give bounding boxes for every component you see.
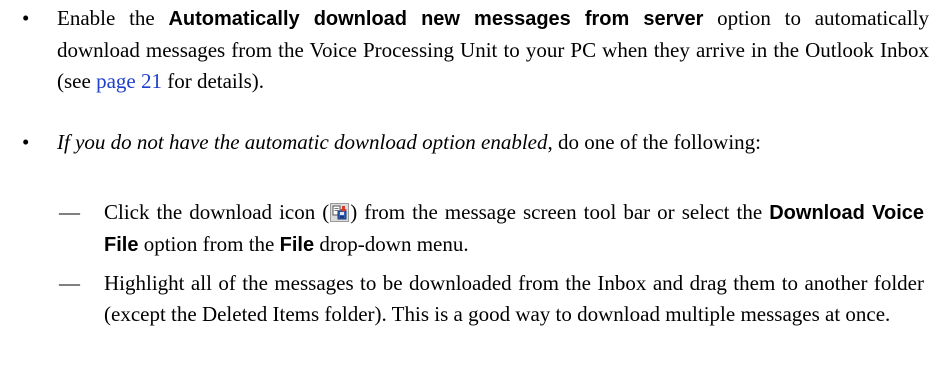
text-segment: option from the bbox=[138, 232, 280, 256]
menu-name: File bbox=[279, 234, 315, 256]
text-segment: drop-down menu. bbox=[314, 232, 469, 256]
dash-marker: — bbox=[59, 271, 80, 295]
option-name: Automatically download new messages from… bbox=[168, 8, 704, 30]
download-voice-file-icon bbox=[330, 200, 350, 222]
dash-paragraph-drag-messages: Highlight all of the messages to be down… bbox=[104, 268, 924, 330]
bullet-marker: • bbox=[22, 6, 30, 30]
bullet-paragraph-auto-download: Enable the Automatically download new me… bbox=[57, 3, 929, 97]
text-segment: Highlight all of the messages to be down… bbox=[104, 271, 924, 326]
text-segment: ) from the message screen tool bar or se… bbox=[350, 200, 770, 224]
text-segment: Click the download icon ( bbox=[104, 200, 330, 224]
text-segment: for details). bbox=[161, 69, 265, 93]
bullet-marker: • bbox=[22, 130, 30, 154]
text-segment: Enable the bbox=[57, 6, 169, 30]
dash-marker: — bbox=[59, 200, 80, 224]
text-segment: , do one of the following: bbox=[547, 130, 761, 154]
document-page: • Enable the Automatically download new … bbox=[0, 0, 930, 366]
page-link[interactable]: page 21 bbox=[96, 69, 162, 93]
bullet-paragraph-manual-download: If you do not have the automatic downloa… bbox=[57, 127, 929, 158]
italic-condition: If you do not have the automatic downloa… bbox=[57, 130, 548, 154]
dash-paragraph-download-icon: Click the download icon ( ) from the mes… bbox=[104, 197, 924, 261]
